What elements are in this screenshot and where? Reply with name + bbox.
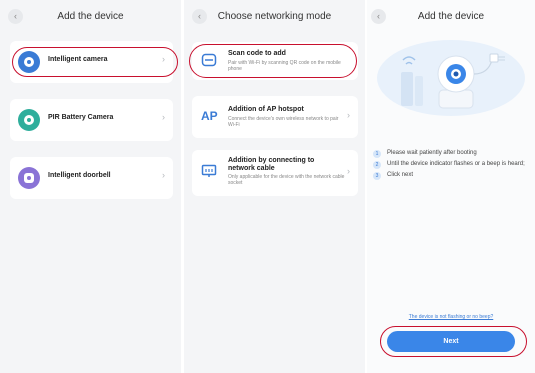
mode-description: Only applicable for the device with the … [228,174,345,186]
highlight-ring [189,44,357,78]
step-number: 1 [373,150,381,158]
device-label: PIR Battery Camera [48,114,114,121]
ap-icon: AP [201,109,218,123]
page-title: Add the device [57,11,124,22]
mode-item-ap-hotspot[interactable]: AP Addition of AP hotspot Connect the de… [192,96,358,138]
chevron-right-icon: › [347,166,350,176]
step-item: 2 Until the device indicator flashes or … [373,160,531,169]
header: ‹ Add the device [0,0,181,36]
step-item: 3 Click next [373,171,531,180]
highlight-ring [12,47,178,77]
chevron-right-icon: › [347,110,350,120]
instruction-steps: 1 Please wait patiently after booting 2 … [373,149,531,182]
ethernet-icon [201,164,217,183]
mode-title: Addition by connecting to network cable [228,157,315,172]
chevron-right-icon: › [162,112,165,122]
device-type-panel: ‹ Add the device Intelligent camera › PI… [0,0,181,373]
header: ‹ Choose networking mode [184,0,365,36]
networking-mode-panel: ‹ Choose networking mode Scan code to ad… [184,0,365,373]
page-title: Choose networking mode [217,11,332,22]
mode-item-network-cable[interactable]: Addition by connecting to network cable … [192,150,358,196]
step-text: Click next [387,172,414,178]
step-text: Until the device indicator flashes or a … [387,161,525,167]
page-title: Add the device [417,11,485,22]
step-number: 2 [373,161,381,169]
step-item: 1 Please wait patiently after booting [373,149,531,158]
mode-description: Connect the device's own wireless networ… [228,116,339,128]
device-illustration [375,30,528,118]
battery-camera-icon [18,109,40,131]
doorbell-icon [18,167,40,189]
help-link[interactable]: The device is not flashing or no beep? [367,314,535,320]
highlight-ring [380,326,527,357]
chevron-right-icon: › [162,170,165,180]
step-text: Please wait patiently after booting [387,150,477,156]
add-device-instructions-panel: ‹ Add the device 1 Please wait patiently… [367,0,535,373]
mode-title: Addition of AP hotspot [228,106,304,113]
device-item-intelligent-doorbell[interactable]: Intelligent doorbell › [10,157,173,199]
device-label: Intelligent doorbell [48,172,111,179]
step-number: 3 [373,172,381,180]
device-item-pir-battery-camera[interactable]: PIR Battery Camera › [10,99,173,141]
